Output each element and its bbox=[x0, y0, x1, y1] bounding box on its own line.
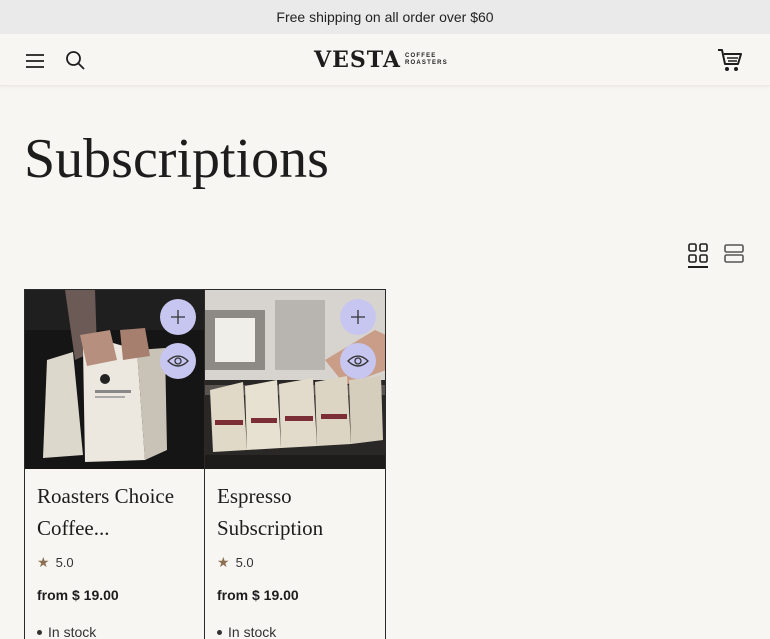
star-icon: ★ bbox=[37, 554, 50, 570]
site-header: VESTA COFFEE ROASTERS bbox=[0, 34, 770, 86]
stock-label: In stock bbox=[48, 624, 97, 639]
site-logo[interactable]: VESTA COFFEE ROASTERS bbox=[314, 48, 448, 72]
product-title[interactable]: Roasters Choice Coffee... bbox=[37, 480, 197, 544]
eye-icon bbox=[167, 355, 189, 367]
search-icon[interactable] bbox=[64, 49, 86, 71]
logo-sub-2: ROASTERS bbox=[404, 60, 448, 66]
eye-icon bbox=[347, 355, 369, 367]
product-grid: Roasters Choice Coffee... ★ 5.0 from $ 1… bbox=[24, 289, 386, 639]
list-view-icon[interactable] bbox=[722, 241, 746, 265]
logo-subtitle: COFFEE ROASTERS bbox=[405, 53, 448, 67]
product-price: from $ 19.00 bbox=[217, 587, 299, 603]
product-title[interactable]: Espresso Subscription bbox=[217, 480, 377, 544]
stock-dot-icon bbox=[217, 629, 222, 635]
plus-icon bbox=[171, 310, 185, 324]
product-card[interactable]: Roasters Choice Coffee... ★ 5.0 from $ 1… bbox=[24, 289, 205, 639]
product-rating: ★ 5.0 bbox=[37, 554, 74, 571]
stock-dot-icon bbox=[37, 629, 42, 635]
announcement-bar: Free shipping on all order over $60 bbox=[0, 0, 770, 34]
logo-sub-1: COFFEE bbox=[404, 53, 437, 59]
stock-label: In stock bbox=[228, 624, 277, 639]
quick-add-button[interactable] bbox=[160, 299, 196, 335]
stock-status: In stock bbox=[37, 624, 96, 639]
rating-value: 5.0 bbox=[55, 555, 74, 570]
logo-wordmark: VESTA bbox=[314, 47, 401, 73]
star-icon: ★ bbox=[217, 554, 230, 570]
active-view-underline bbox=[688, 266, 708, 268]
product-rating: ★ 5.0 bbox=[217, 554, 254, 571]
grid-view-icon[interactable] bbox=[686, 241, 710, 269]
rating-value: 5.0 bbox=[235, 555, 254, 570]
product-card[interactable]: Espresso Subscription ★ 5.0 from $ 19.00… bbox=[205, 289, 386, 639]
quick-add-button[interactable] bbox=[340, 299, 376, 335]
quick-view-button[interactable] bbox=[340, 343, 376, 379]
menu-icon[interactable] bbox=[24, 50, 46, 72]
cart-icon[interactable] bbox=[717, 47, 743, 73]
stock-status: In stock bbox=[217, 624, 276, 639]
announcement-text: Free shipping on all order over $60 bbox=[276, 9, 494, 25]
plus-icon bbox=[351, 310, 365, 324]
quick-view-button[interactable] bbox=[160, 343, 196, 379]
product-price: from $ 19.00 bbox=[37, 587, 119, 603]
page-title: Subscriptions bbox=[24, 128, 329, 190]
